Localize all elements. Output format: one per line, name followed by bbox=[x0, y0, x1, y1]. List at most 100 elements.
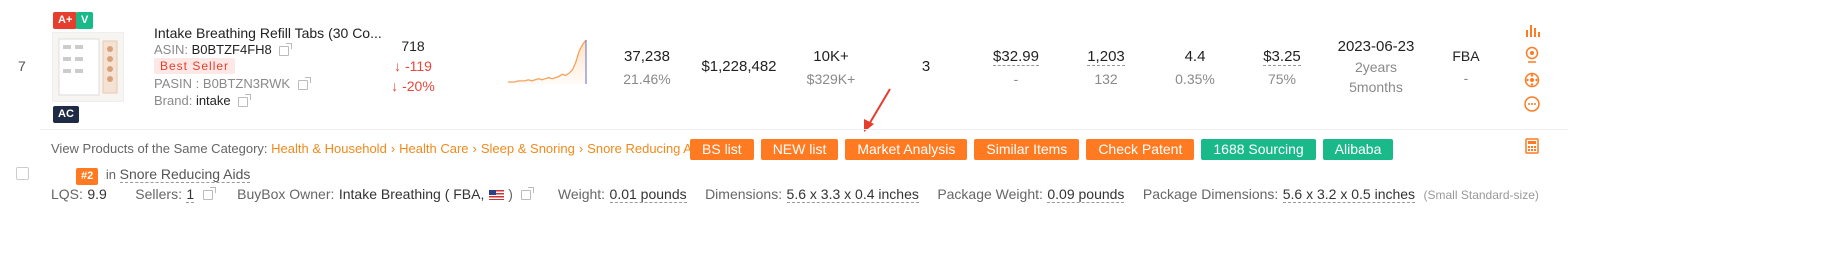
bs-list-button[interactable]: BS list bbox=[690, 139, 754, 160]
rank-number-badge: #2 bbox=[76, 168, 99, 185]
asin-value[interactable]: B0BTZF4FH8 bbox=[192, 42, 272, 57]
row-divider bbox=[40, 129, 1568, 130]
crumb-separator: › bbox=[390, 141, 396, 156]
action-buttons: BS list NEW list Market Analysis Similar It… bbox=[690, 139, 1400, 160]
copy-icon[interactable] bbox=[279, 42, 293, 56]
rank-change: ↓ -119 bbox=[394, 58, 432, 74]
rank-tag-line: #2 in Snore Reducing Aids bbox=[76, 166, 251, 185]
variants-cell: 3 bbox=[906, 58, 946, 75]
dimensions-label: Dimensions: bbox=[705, 186, 783, 202]
revenue-cell: $1,228,482 bbox=[696, 58, 782, 75]
fulfillment-cell: FBA - bbox=[1446, 48, 1486, 86]
row-checkbox[interactable] bbox=[16, 167, 29, 180]
buybox-value: Intake Breathing ( FBA, bbox=[338, 186, 485, 202]
product-image[interactable] bbox=[52, 32, 124, 102]
external-link-icon[interactable] bbox=[521, 186, 535, 200]
rank-cell: 718 ↓ -119 ↓ -20% bbox=[380, 38, 446, 94]
details-line: LQS: 9.9 Sellers: 1 BuyBox Owner: Intake… bbox=[51, 186, 1539, 203]
date-cell: 2023-06-23 2years 5months bbox=[1334, 38, 1418, 95]
price[interactable]: $32.99 bbox=[993, 48, 1039, 66]
bar-chart-icon[interactable] bbox=[1524, 22, 1540, 38]
rank-change-value: -119 bbox=[404, 58, 432, 74]
package-weight-label: Package Weight: bbox=[937, 186, 1043, 202]
external-link-icon[interactable] bbox=[202, 186, 216, 200]
calculator-icon[interactable] bbox=[1525, 138, 1539, 154]
more-options-icon[interactable] bbox=[1524, 96, 1540, 112]
rating: 4.4 bbox=[1184, 48, 1206, 65]
rank-change-pct: ↓ -20% bbox=[391, 78, 435, 94]
variants[interactable]: 3 bbox=[906, 58, 946, 75]
alibaba-button[interactable]: Alibaba bbox=[1322, 139, 1394, 160]
rank-in-label: in bbox=[105, 167, 116, 182]
crumb-health-care[interactable]: Health Care bbox=[399, 141, 468, 156]
market-analysis-button[interactable]: Market Analysis bbox=[845, 139, 968, 160]
sellers-label: Sellers: bbox=[135, 186, 182, 202]
aplus-badge: A+ bbox=[53, 12, 78, 29]
fee-cell: $3.25 75% bbox=[1254, 48, 1310, 87]
asin-label: ASIN: bbox=[154, 42, 188, 57]
bought: 10K+ bbox=[813, 48, 849, 65]
pasin-label: PASIN : bbox=[154, 76, 200, 91]
brand-value[interactable]: intake bbox=[196, 93, 231, 108]
copy-icon[interactable] bbox=[297, 76, 311, 90]
row-index: 7 bbox=[18, 58, 26, 74]
launch-date: 2023-06-23 bbox=[1337, 38, 1415, 55]
price-sub: - bbox=[1013, 71, 1019, 87]
sales-trend-sparkline[interactable] bbox=[506, 38, 588, 84]
annotation-arrow bbox=[864, 88, 891, 132]
fulfillment-sub: - bbox=[1463, 70, 1469, 86]
rank-change-pct-value: -20% bbox=[402, 78, 435, 94]
bought-revenue: $329K+ bbox=[806, 71, 856, 87]
package-weight-value: 0.09 pounds bbox=[1047, 186, 1125, 203]
age-months: 5months bbox=[1349, 79, 1403, 95]
weight-label: Weight: bbox=[557, 186, 606, 202]
sales-units: 37,238 bbox=[624, 48, 670, 65]
rating-sub: 0.35% bbox=[1175, 71, 1215, 87]
location-pin-icon[interactable] bbox=[1524, 46, 1540, 64]
rating-cell: 4.4 0.35% bbox=[1170, 48, 1220, 87]
crumb-health-household[interactable]: Health & Household bbox=[271, 141, 387, 156]
revenue: $1,228,482 bbox=[701, 58, 777, 75]
brand-label: Brand: bbox=[154, 93, 193, 108]
sellers-value[interactable]: 1 bbox=[186, 186, 195, 203]
product-thumbnail-icon bbox=[58, 38, 118, 96]
fee-pct: 75% bbox=[1267, 71, 1297, 87]
copy-icon[interactable] bbox=[238, 93, 252, 107]
weight-value: 0.01 pounds bbox=[609, 186, 687, 203]
fulfillment: FBA bbox=[1452, 48, 1480, 64]
rank-value: 718 bbox=[401, 38, 425, 54]
brand-line: Brand: intake bbox=[154, 93, 252, 108]
ratings-count[interactable]: 1,203 bbox=[1087, 48, 1125, 66]
rank-category-link[interactable]: Snore Reducing Aids bbox=[119, 166, 251, 183]
pasin-value[interactable]: B0BTZN3RWK bbox=[203, 76, 290, 91]
ratings-sub: 132 bbox=[1094, 71, 1118, 87]
product-title[interactable]: Intake Breathing Refill Tabs (30 Co... bbox=[154, 25, 382, 41]
bought-cell: 10K+ $329K+ bbox=[796, 48, 866, 87]
crumb-sleep-snoring[interactable]: Sleep & Snoring bbox=[481, 141, 575, 156]
verified-badge: V bbox=[76, 12, 94, 29]
age-years: 2years bbox=[1354, 59, 1398, 75]
ac-badge: AC bbox=[53, 106, 79, 123]
price-cell: $32.99 - bbox=[986, 48, 1046, 87]
us-flag-icon bbox=[488, 189, 504, 200]
ratings-cell: 1,203 132 bbox=[1080, 48, 1132, 87]
dimensions-value: 5.6 x 3.3 x 0.4 inches bbox=[786, 186, 919, 203]
lqs-label: LQS: bbox=[51, 186, 83, 202]
sales-units-pct: 21.46% bbox=[623, 71, 671, 87]
sparkline-area bbox=[508, 40, 586, 84]
crumb-separator: › bbox=[472, 141, 477, 156]
new-list-button[interactable]: NEW list bbox=[760, 139, 839, 160]
similar-items-button[interactable]: Similar Items bbox=[974, 139, 1080, 160]
buybox-label: BuyBox Owner: bbox=[237, 186, 335, 202]
sales-cell: 37,238 21.46% bbox=[612, 48, 682, 87]
size-tier: (Small Standard-size) bbox=[1423, 188, 1539, 202]
crumb-separator: › bbox=[578, 141, 584, 156]
settings-gear-icon[interactable] bbox=[1524, 72, 1540, 88]
package-dimensions-value: 5.6 x 3.2 x 0.5 inches bbox=[1282, 186, 1416, 203]
lqs-value: 9.9 bbox=[87, 186, 107, 202]
check-patent-button[interactable]: Check Patent bbox=[1086, 139, 1195, 160]
category-label: View Products of the Same Category: bbox=[51, 141, 268, 156]
sourcing-1688-button[interactable]: 1688 Sourcing bbox=[1201, 139, 1316, 160]
pasin-line: PASIN : B0BTZN3RWK bbox=[154, 76, 311, 91]
fee[interactable]: $3.25 bbox=[1263, 48, 1301, 66]
